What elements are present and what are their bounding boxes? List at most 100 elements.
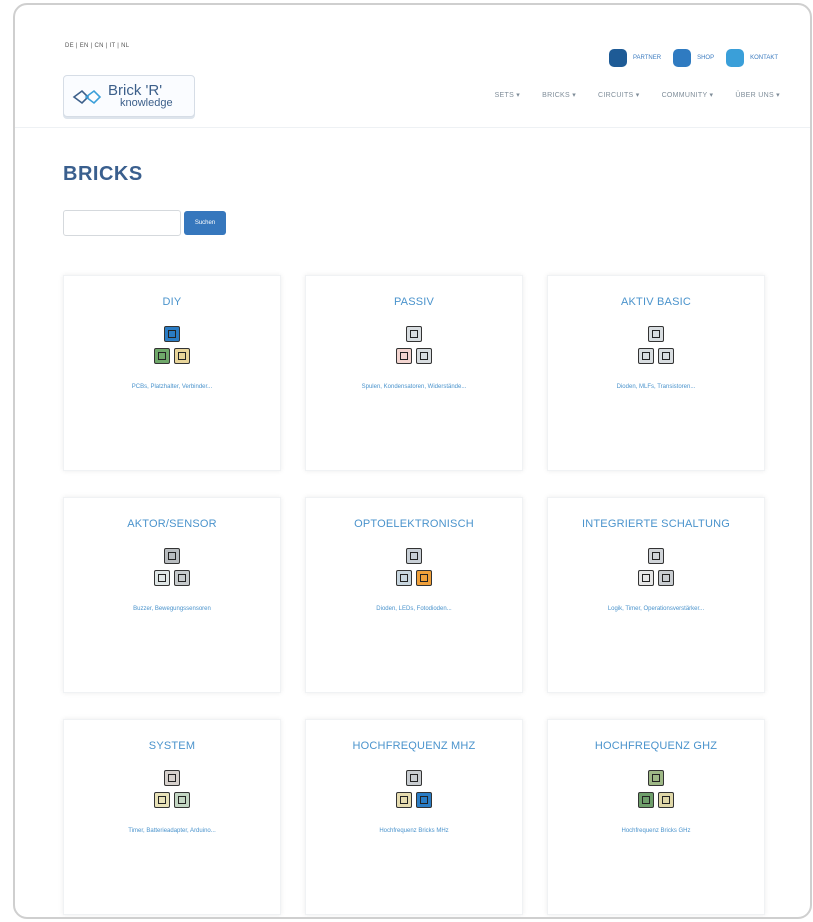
brick-tile-icon (648, 326, 664, 342)
card-description[interactable]: Timer, Batterieadapter, Arduino... (64, 828, 280, 834)
brick-chip-icon (420, 796, 428, 804)
brick-tile-icon (164, 770, 180, 786)
brick-tile-icon (164, 548, 180, 564)
brick-chip-icon (178, 796, 186, 804)
category-card-integrierte-schaltung[interactable]: INTEGRIERTE SCHALTUNG Logik, Timer, Oper… (547, 497, 765, 693)
card-title: OPTOELEKTRONISCH (354, 518, 474, 530)
brick-image (142, 766, 202, 818)
top-links: PARTNER SHOP KONTAKT (608, 49, 778, 67)
brick-image (384, 322, 444, 374)
brick-tile-icon (396, 570, 412, 586)
brick-tile-icon (658, 792, 674, 808)
brick-chip-icon (178, 352, 186, 360)
brick-tile-icon (154, 792, 170, 808)
category-card-hochfrequenz-mhz[interactable]: HOCHFREQUENZ MHZ Hochfrequenz Bricks MHz (305, 719, 523, 915)
brick-tile-icon (648, 548, 664, 564)
brick-image (142, 544, 202, 596)
partner-icon (608, 49, 627, 67)
nav-ueber-uns[interactable]: ÜBER UNS ▾ (735, 91, 780, 99)
nav-sets[interactable]: SETS ▾ (495, 91, 521, 99)
brick-chip-icon (400, 796, 408, 804)
page-frame: DE | EN | CN | IT | NL PARTNER SHOP KONT… (13, 3, 812, 919)
page-title: BRICKS (63, 163, 143, 185)
category-card-hochfrequenz-ghz[interactable]: HOCHFREQUENZ GHZ Hochfrequenz Bricks GHz (547, 719, 765, 915)
search-button[interactable]: Suchen (184, 211, 226, 235)
brick-tile-icon (406, 326, 422, 342)
nav-bricks[interactable]: BRICKS ▾ (542, 91, 576, 99)
brick-chip-icon (168, 330, 176, 338)
brand-logo[interactable]: Brick 'R' knowledge (63, 75, 195, 117)
brick-chip-icon (158, 352, 166, 360)
card-description[interactable]: Buzzer, Bewegungssensoren (64, 606, 280, 612)
card-description[interactable]: Logik, Timer, Operationsverstärker... (548, 606, 764, 612)
nav-divider (15, 127, 810, 128)
card-title: HOCHFREQUENZ MHZ (352, 740, 476, 752)
brick-tile-icon (164, 326, 180, 342)
brick-chip-icon (662, 796, 670, 804)
category-card-passiv[interactable]: PASSIV Spulen, Kondensatoren, Widerständ… (305, 275, 523, 471)
brick-chip-icon (652, 330, 660, 338)
brick-image (626, 544, 686, 596)
brick-image (626, 766, 686, 818)
category-card-aktiv-basic[interactable]: AKTIV BASIC Dioden, MLFs, Transistoren..… (547, 275, 765, 471)
brick-tile-icon (406, 548, 422, 564)
card-description[interactable]: PCBs, Platzhalter, Verbinder... (64, 384, 280, 390)
brick-image (384, 766, 444, 818)
card-title: AKTIV BASIC (620, 296, 692, 308)
card-title: AKTOR/SENSOR (127, 518, 217, 530)
brick-tile-icon (648, 770, 664, 786)
brick-chip-icon (642, 352, 650, 360)
brick-chip-icon (662, 352, 670, 360)
brick-tile-icon (638, 570, 654, 586)
nav-community[interactable]: COMMUNITY ▾ (662, 91, 714, 99)
card-title: SYSTEM (148, 740, 196, 752)
brick-chip-icon (400, 574, 408, 582)
logo-text: Brick 'R' knowledge (108, 83, 173, 109)
brick-tile-icon (638, 348, 654, 364)
shop-label: SHOP (697, 55, 715, 61)
logo-cube-icon (72, 89, 102, 105)
brick-tile-icon (174, 570, 190, 586)
card-title: PASSIV (393, 296, 435, 308)
card-description[interactable]: Dioden, MLFs, Transistoren... (548, 384, 764, 390)
category-card-aktor-sensor[interactable]: AKTOR/SENSOR Buzzer, Bewegungssensoren (63, 497, 281, 693)
kontakt-link[interactable]: KONTAKT (726, 49, 778, 67)
partner-link[interactable]: PARTNER (608, 49, 662, 67)
brick-chip-icon (410, 774, 418, 782)
brick-chip-icon (158, 796, 166, 804)
brick-tile-icon (154, 348, 170, 364)
brick-tile-icon (658, 348, 674, 364)
nav-circuits[interactable]: CIRCUITS ▾ (598, 91, 640, 99)
card-title: DIY (162, 296, 182, 308)
category-card-optoelektronisch[interactable]: OPTOELEKTRONISCH Dioden, LEDs, Fotodiode… (305, 497, 523, 693)
brick-chip-icon (662, 574, 670, 582)
language-switcher[interactable]: DE | EN | CN | IT | NL (65, 43, 129, 49)
kontakt-icon (726, 49, 745, 67)
brick-tile-icon (154, 570, 170, 586)
category-card-diy[interactable]: DIY PCBs, Platzhalter, Verbinder... (63, 275, 281, 471)
category-card-system[interactable]: SYSTEM Timer, Batterieadapter, Arduino..… (63, 719, 281, 915)
brick-chip-icon (168, 552, 176, 560)
brick-chip-icon (652, 552, 660, 560)
card-title: HOCHFREQUENZ GHZ (594, 740, 718, 752)
brick-tile-icon (406, 770, 422, 786)
card-description[interactable]: Hochfrequenz Bricks MHz (306, 828, 522, 834)
brick-image (384, 544, 444, 596)
search-input[interactable] (63, 210, 181, 236)
card-description[interactable]: Spulen, Kondensatoren, Widerstände... (306, 384, 522, 390)
shop-icon (673, 49, 692, 67)
brick-chip-icon (642, 574, 650, 582)
card-description[interactable]: Hochfrequenz Bricks GHz (548, 828, 764, 834)
shop-link[interactable]: SHOP (673, 49, 714, 67)
brick-chip-icon (158, 574, 166, 582)
card-title: INTEGRIERTE SCHALTUNG (581, 518, 731, 530)
brick-chip-icon (168, 774, 176, 782)
brick-tile-icon (416, 792, 432, 808)
brick-chip-icon (642, 796, 650, 804)
card-description[interactable]: Dioden, LEDs, Fotodioden... (306, 606, 522, 612)
brick-chip-icon (178, 574, 186, 582)
partner-label: PARTNER (632, 55, 662, 61)
brick-tile-icon (416, 570, 432, 586)
brick-tile-icon (416, 348, 432, 364)
brick-chip-icon (652, 774, 660, 782)
